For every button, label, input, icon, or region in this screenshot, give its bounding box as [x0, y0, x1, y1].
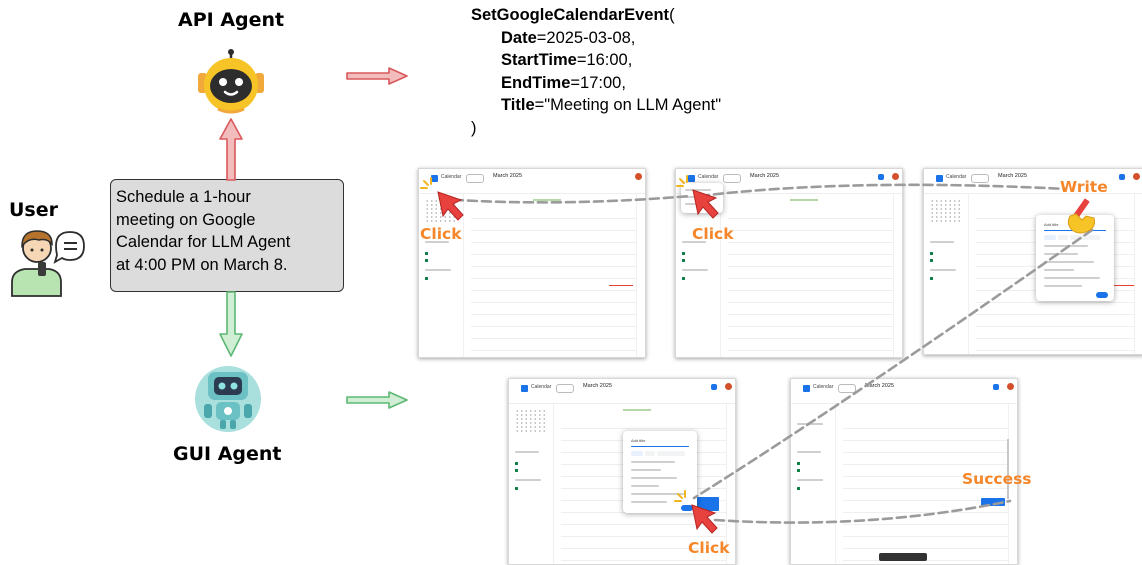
- annotation-success: Success: [962, 470, 1032, 488]
- annotation-click-3: Click: [688, 539, 730, 557]
- click-burst-icon: [674, 490, 686, 502]
- annotation-click-1: Click: [420, 225, 462, 243]
- annotation-click-2: Click: [692, 225, 734, 243]
- writing-hand-icon: [1067, 198, 1095, 234]
- click-burst-icon: [420, 177, 432, 189]
- click-burst-icon: [676, 175, 688, 187]
- annotation-write: Write: [1060, 178, 1108, 196]
